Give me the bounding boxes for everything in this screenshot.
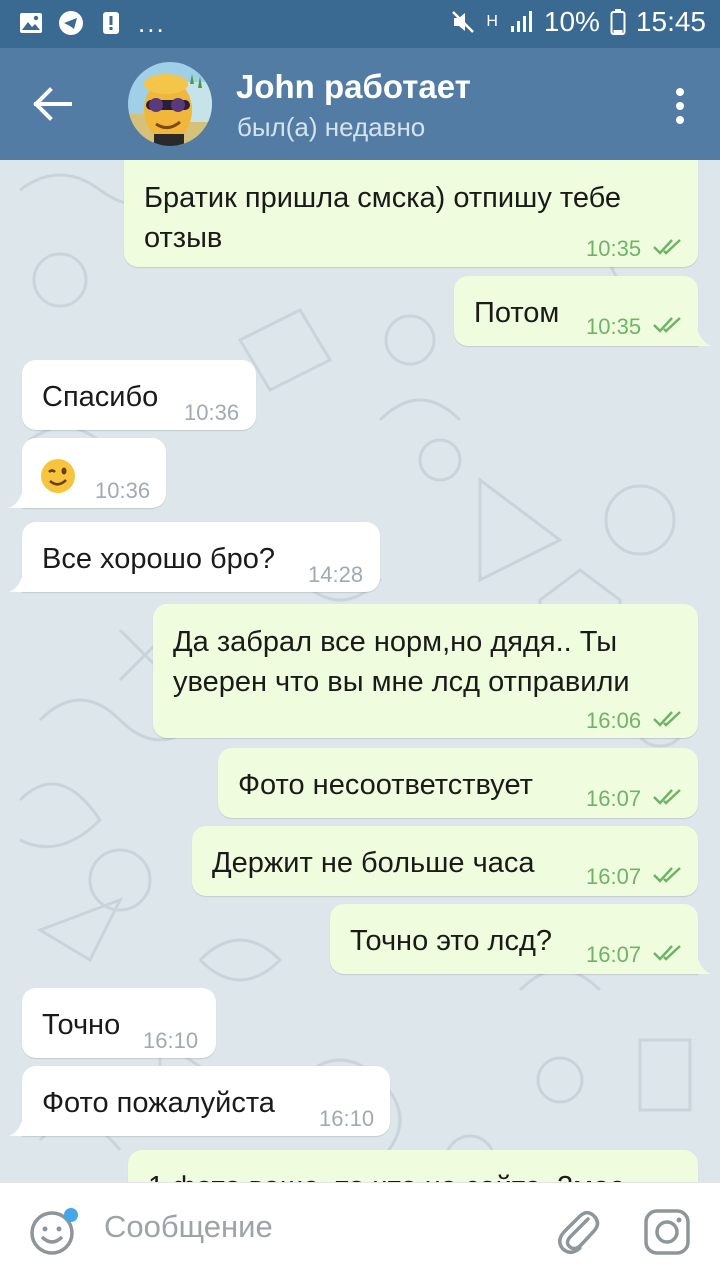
message-bubble-outgoing[interactable]: Держит не больше часа 16:07 (192, 826, 698, 896)
message-input-bar: Сообщение (0, 1182, 720, 1280)
message-bubble-outgoing[interactable]: 1 фото ваше, то что на сайте. 2мое (128, 1150, 698, 1182)
gallery-icon (20, 13, 42, 33)
message-time: 10:36 (95, 478, 151, 503)
message-time: 14:28 (308, 562, 364, 587)
message-text: Да забрал все норм,но дядя.. Ты уверен чт… (173, 626, 630, 698)
last-seen-status: был(а) недавно (237, 112, 426, 142)
telegram-icon (59, 11, 83, 35)
avatar[interactable] (128, 62, 212, 146)
network-type: H (486, 13, 498, 30)
read-check-icon (653, 317, 681, 333)
message-bubble-incoming[interactable]: Фото пожалуйста 16:10 (22, 1066, 390, 1136)
message-bubble-outgoing[interactable]: Точно это лсд? 16:07 (330, 904, 698, 974)
bubble-tail (9, 574, 23, 592)
message-bubble-outgoing[interactable]: Потом 10:35 (454, 276, 698, 346)
chat-title[interactable]: John работает (236, 68, 471, 106)
read-check-icon (653, 239, 681, 255)
message-list[interactable]: Братик пришла смска) отпишу тебе отзыв 10… (0, 160, 720, 1182)
alert-icon (103, 12, 119, 34)
read-check-icon (653, 789, 681, 805)
message-time: 16:10 (319, 1106, 375, 1131)
more-vertical-icon[interactable] (672, 86, 688, 126)
message-time: 16:07 (586, 942, 642, 967)
message-text: Братик пришла смска) отпишу тебе отзыв (144, 182, 622, 254)
message-text: Точно это лсд? (350, 925, 553, 957)
chat-header: John работает был(а) недавно (0, 48, 720, 160)
message-text: Все хорошо бро? (42, 543, 276, 575)
message-time: 16:10 (143, 1028, 199, 1053)
status-bar: ... H 10% 15:45 (0, 0, 720, 48)
bubble-tail (9, 1118, 23, 1136)
message-text: Точно (42, 1009, 121, 1041)
message-bubble-outgoing[interactable]: Братик пришла смска) отпишу тебе отзыв 10… (124, 160, 698, 267)
message-time: 16:06 (586, 708, 642, 733)
smile-icon[interactable] (28, 1207, 78, 1257)
read-check-icon (653, 945, 681, 961)
wink-emoji-icon (41, 459, 75, 493)
bubble-tail (697, 956, 711, 974)
bubble-tail (9, 490, 23, 508)
message-bubble-incoming[interactable]: Спасибо 10:36 (22, 360, 256, 430)
clock: 15:45 (635, 6, 706, 37)
message-text: Держит не больше часа (212, 847, 535, 879)
message-time: 10:35 (586, 236, 642, 261)
message-text: 1 фото ваше, то что на сайте. 2мое (148, 1167, 625, 1182)
arrow-left-icon[interactable] (30, 84, 78, 124)
message-time: 10:36 (184, 400, 240, 425)
mute-icon (452, 11, 475, 33)
message-bubble-outgoing[interactable]: Да забрал все норм,но дядя.. Ты уверен чт… (153, 604, 698, 738)
bubble-tail (697, 328, 711, 346)
avatar-image (128, 62, 212, 146)
battery-icon (610, 9, 626, 35)
paperclip-icon[interactable] (554, 1205, 600, 1257)
instagram-camera-icon[interactable] (642, 1207, 692, 1257)
message-text: Фото пожалуйста (42, 1087, 275, 1119)
message-bubble-outgoing[interactable]: Фото несоответствует 16:07 (218, 748, 698, 818)
message-time: 16:07 (586, 864, 642, 889)
message-time: 16:07 (586, 786, 642, 811)
message-text: Потом (474, 297, 560, 329)
message-text: Спасибо (42, 381, 159, 413)
battery-percent: 10% (543, 6, 600, 37)
message-bubble-incoming[interactable]: 😉 10:36 (22, 438, 166, 508)
read-check-icon (653, 711, 681, 727)
signal-icon (510, 11, 532, 32)
message-time: 10:35 (586, 314, 642, 339)
message-bubble-incoming[interactable]: Точно 16:10 (22, 988, 216, 1058)
message-text: Фото несоответствует (238, 769, 533, 801)
message-bubble-incoming[interactable]: Все хорошо бро? 14:28 (22, 522, 380, 592)
more-notifications: ... (138, 8, 166, 38)
read-check-icon (653, 867, 681, 883)
message-input[interactable]: Сообщение (104, 1209, 273, 1245)
